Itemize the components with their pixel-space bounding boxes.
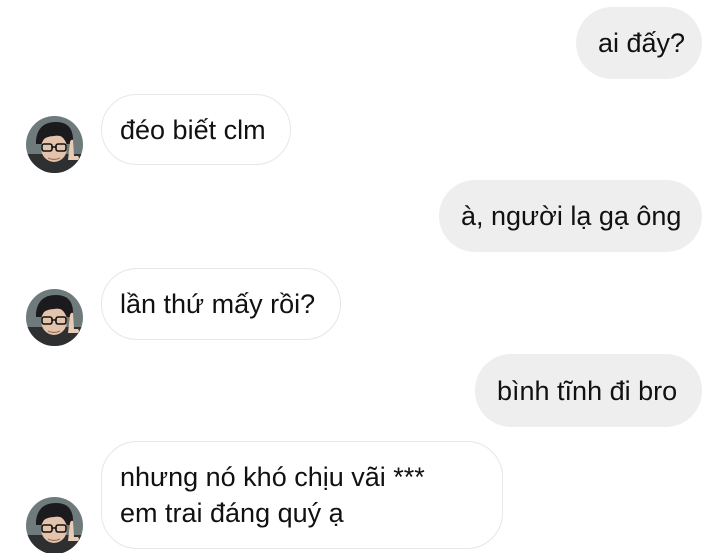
message-text: lần thứ mấy rồi?	[120, 289, 316, 319]
message-text: à, người lạ gạ ông	[461, 201, 682, 231]
message-text: ai đấy?	[598, 28, 686, 58]
contact-avatar[interactable]	[26, 116, 83, 173]
chat-thread: ai đấy? đéo biết clm à, người lạ gạ ông	[0, 0, 720, 553]
message-text-line: nhưng nó khó chịu vãi ***	[120, 462, 425, 492]
message-bubble-outgoing[interactable]: à, người lạ gạ ông	[439, 180, 702, 252]
contact-avatar[interactable]	[26, 289, 83, 346]
avatar-photo-icon	[26, 289, 83, 346]
message-text: đéo biết clm	[120, 114, 266, 145]
avatar-photo-icon	[26, 116, 83, 173]
contact-avatar[interactable]	[26, 497, 83, 553]
message-text: bình tĩnh đi bro	[497, 375, 678, 406]
message-text-line: em trai đáng quý ạ	[120, 498, 344, 528]
message-bubble-incoming[interactable]: đéo biết clm	[101, 94, 291, 165]
message-bubble-outgoing[interactable]: bình tĩnh đi bro	[475, 354, 702, 427]
avatar-photo-icon	[26, 497, 83, 553]
message-bubble-incoming[interactable]: nhưng nó khó chịu vãi *** em trai đáng q…	[101, 441, 503, 549]
message-bubble-outgoing[interactable]: ai đấy?	[576, 7, 702, 79]
message-bubble-incoming[interactable]: lần thứ mấy rồi?	[101, 268, 341, 340]
